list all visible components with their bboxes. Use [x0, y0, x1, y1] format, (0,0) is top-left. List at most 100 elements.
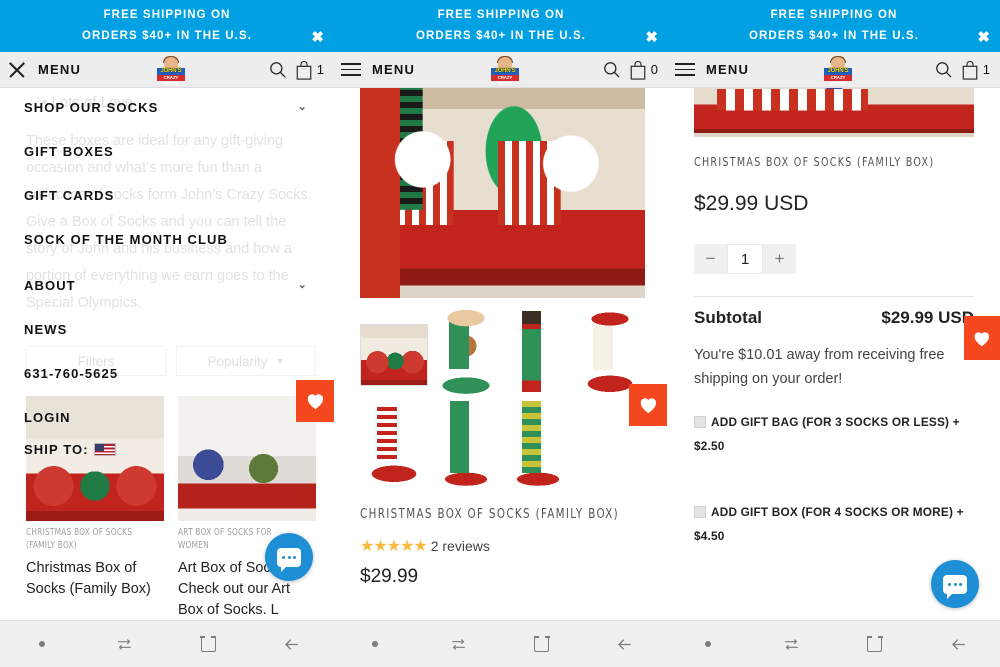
open-menu-button-right[interactable]	[668, 59, 702, 80]
thumbnail-1[interactable]	[432, 310, 500, 400]
home-dot-button[interactable]	[333, 621, 416, 667]
wishlist-button-middle[interactable]	[629, 384, 667, 426]
heart-icon	[307, 394, 323, 410]
recents-button[interactable]	[833, 621, 916, 667]
free-shipping-message: You're $10.01 away from receiving free s…	[694, 347, 945, 387]
menu-item-phone-number[interactable]: 631-760-5625	[24, 366, 118, 381]
site-header-middle: MENU JOHN'S CRAZY SOCKS 0	[334, 52, 668, 88]
wishlist-button-left[interactable]	[296, 380, 334, 422]
site-logo-middle[interactable]: JOHN'S CRAZY SOCKS	[487, 55, 523, 86]
site-header-left: MENU JOHN'S CRAZY SOCKS 1	[0, 52, 334, 88]
recents-square-icon	[866, 635, 884, 652]
back-arrow-icon	[285, 638, 298, 650]
search-button-middle[interactable]	[595, 60, 629, 79]
chat-widget-left[interactable]	[265, 533, 313, 581]
back-button[interactable]	[583, 621, 666, 667]
recents-button[interactable]	[500, 621, 583, 667]
back-arrow-icon	[618, 638, 632, 650]
us-flag-icon	[93, 443, 116, 456]
search-button-right[interactable]	[927, 60, 961, 79]
gift-bag-label: ADD GIFT BAG (FOR 3 SOCKS OR LESS) + $2.…	[694, 415, 960, 453]
thumbnail-5[interactable]	[432, 400, 500, 490]
menu-label-right[interactable]: MENU	[706, 62, 749, 77]
nav-group-1	[0, 621, 333, 667]
site-logo-left[interactable]: JOHN'S CRAZY SOCKS	[153, 55, 189, 86]
menu-item-gift-cards[interactable]: GIFT CARDS	[24, 188, 114, 203]
cart-button-middle[interactable]: 0	[629, 60, 658, 80]
promo-banner-left: FREE SHIPPING ON ORDERS $40+ IN THE U.S.…	[0, 0, 334, 52]
product-price-middle: $29.99	[360, 566, 419, 587]
search-icon	[604, 62, 620, 78]
cart-count-right: 1	[982, 62, 990, 77]
logo-word-2: CRAZY SOCKS	[830, 74, 846, 86]
product-thumbnail-strip	[360, 310, 650, 490]
gift-bag-checkbox[interactable]	[694, 416, 706, 428]
menu-item-shop-our-socks[interactable]: SHOP OUR SOCKS	[24, 100, 158, 115]
product-eyebrow: Christmas Box of Socks (Family Box)	[26, 527, 133, 551]
menu-item-ship-to[interactable]: SHIP TO:	[24, 442, 116, 457]
gift-bag-option[interactable]: ADD GIFT BAG (FOR 3 SOCKS OR LESS) + $2.…	[694, 410, 984, 458]
quantity-stepper[interactable]: − 1 +	[694, 244, 796, 274]
promo-banner-right: FREE SHIPPING ON ORDERS $40+ IN THE U.S.…	[668, 0, 1000, 52]
thumbnail-6[interactable]	[504, 400, 572, 490]
quantity-input[interactable]: 1	[727, 244, 763, 274]
gift-box-checkbox[interactable]	[694, 506, 706, 518]
product-main-image[interactable]	[360, 88, 645, 298]
menu-item-about[interactable]: ABOUT	[24, 278, 76, 293]
product-card[interactable]: Christmas Box of Socks (Family Box) Chri…	[26, 396, 164, 620]
switch-apps-icon	[118, 638, 132, 650]
three-panel-browser-screen: FREE SHIPPING ON ORDERS $40+ IN THE U.S.…	[0, 0, 1000, 667]
cart-button-right[interactable]: 1	[961, 60, 990, 80]
product-title-middle: CHRISTMAS BOX OF SOCKS (FAMILY BOX)	[360, 506, 620, 522]
sort-dropdown[interactable]: Popularity ▼	[176, 346, 316, 376]
search-icon	[936, 62, 952, 78]
thumbnail-4[interactable]	[360, 400, 428, 490]
promo-close-icon[interactable]: ✖	[645, 30, 658, 45]
back-button[interactable]	[917, 621, 1000, 667]
home-dot-icon	[705, 641, 712, 647]
product-card[interactable]: Art Box of Socks for Women Art Box of So…	[178, 396, 316, 620]
quantity-increment-button[interactable]: +	[763, 244, 796, 274]
menu-item-sock-of-the-month-club[interactable]: SOCK OF THE MONTH CLUB	[24, 232, 228, 247]
product-reviews-middle[interactable]: ★★★★★ 2 reviews	[360, 536, 490, 556]
promo-line-2: ORDERS $40+ IN THE U.S.	[748, 30, 920, 42]
promo-close-icon[interactable]: ✖	[311, 30, 324, 45]
promo-close-icon[interactable]: ✖	[977, 30, 990, 45]
menu-label-left[interactable]: MENU	[38, 62, 81, 77]
chevron-down-icon-about[interactable]: ⌄	[298, 278, 308, 291]
menu-item-news[interactable]: NEWS	[24, 322, 67, 337]
johns-crazy-socks-logo-icon: JOHN'S CRAZY SOCKS	[823, 55, 853, 86]
search-button-left[interactable]	[261, 60, 295, 79]
chat-widget-right[interactable]	[931, 560, 979, 608]
nav-group-2	[333, 621, 666, 667]
switch-apps-button[interactable]	[83, 621, 166, 667]
product-image-right[interactable]	[694, 88, 974, 137]
promo-banner-middle: FREE SHIPPING ON ORDERS $40+ IN THE U.S.…	[334, 0, 668, 52]
home-dot-button[interactable]	[667, 621, 750, 667]
quantity-decrement-button[interactable]: −	[694, 244, 727, 274]
chevron-down-icon-shop[interactable]: ⌄	[298, 100, 308, 113]
open-menu-button-middle[interactable]	[334, 59, 368, 80]
thumbnail-0[interactable]	[360, 324, 428, 386]
home-dot-button[interactable]	[0, 621, 83, 667]
shopping-bag-icon	[630, 60, 646, 80]
ghost-product-grid: Christmas Box of Socks (Family Box) Chri…	[26, 396, 316, 620]
menu-item-login[interactable]: LOGIN	[24, 410, 71, 425]
menu-label-middle[interactable]: MENU	[372, 62, 415, 77]
gift-box-option[interactable]: ADD GIFT BOX (FOR 4 SOCKS OR MORE) + $4.…	[694, 500, 984, 548]
recents-button[interactable]	[167, 621, 250, 667]
thumbnail-2[interactable]	[504, 310, 572, 400]
switch-apps-icon	[451, 638, 465, 650]
switch-apps-button[interactable]	[750, 621, 833, 667]
close-menu-button[interactable]	[0, 60, 34, 80]
product-title: Christmas Box of Socks (Family Box)	[26, 560, 151, 597]
back-button[interactable]	[250, 621, 333, 667]
cart-button-left[interactable]: 1	[295, 60, 324, 80]
cart-count-middle: 0	[650, 62, 658, 77]
wishlist-button-right[interactable]	[964, 316, 1000, 360]
close-icon	[7, 60, 27, 80]
switch-apps-button[interactable]	[417, 621, 500, 667]
site-logo-right[interactable]: JOHN'S CRAZY SOCKS	[820, 55, 856, 86]
menu-item-gift-boxes[interactable]: GIFT BOXES	[24, 144, 114, 159]
cart-count-left: 1	[316, 62, 324, 77]
